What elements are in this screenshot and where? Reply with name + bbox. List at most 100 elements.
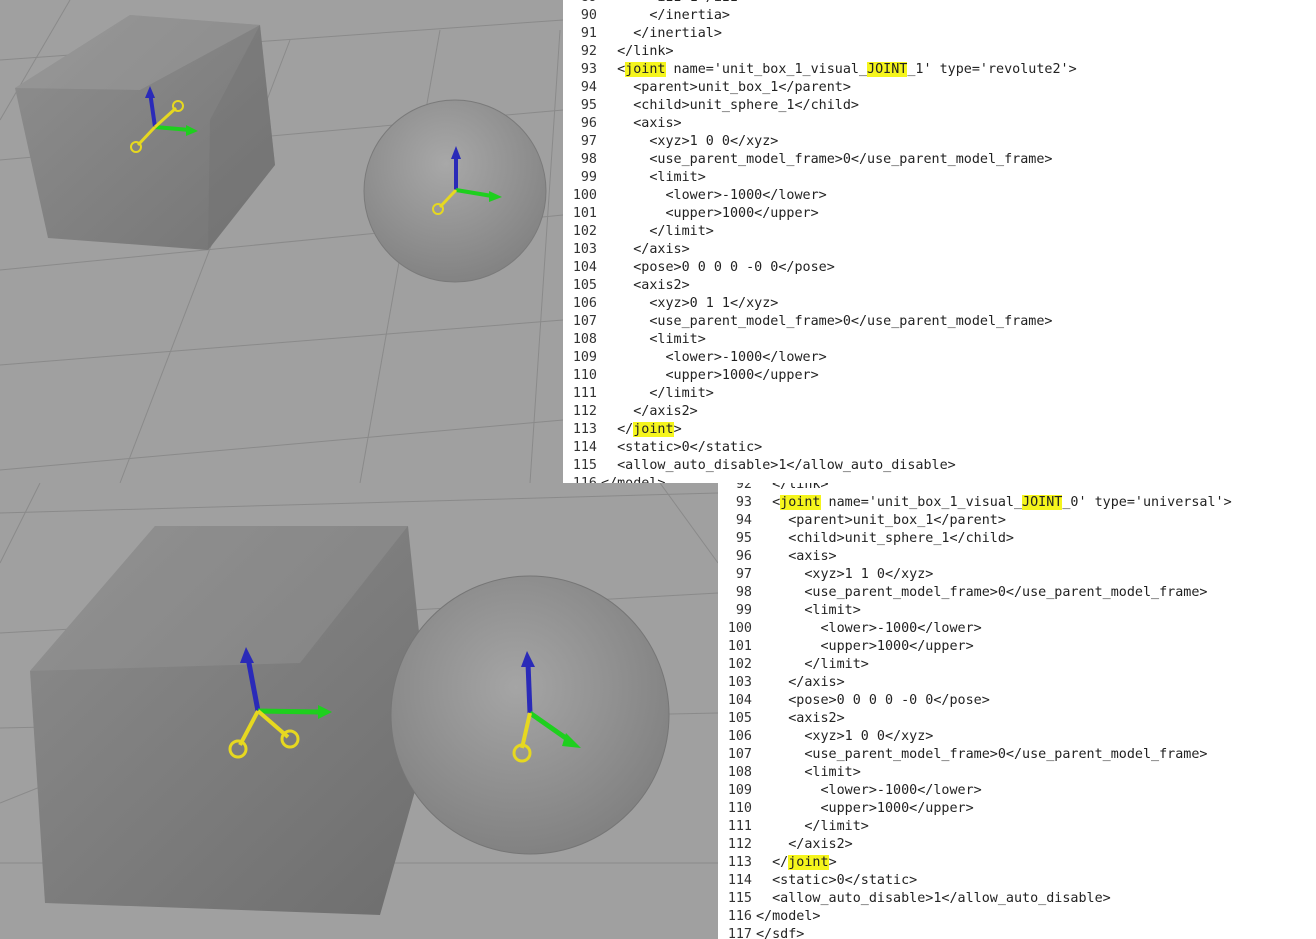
viewport-3d-top[interactable] [0, 0, 563, 483]
code-line[interactable]: 102 </limit> [718, 656, 869, 674]
line-number: 102 [572, 224, 597, 239]
code-line[interactable]: 92 </link> [563, 43, 674, 61]
code-line[interactable]: 98 <use_parent_model_frame>0</use_parent… [563, 151, 1053, 169]
line-text: </inertial> [601, 25, 722, 43]
search-highlight: JOINT [1022, 495, 1063, 510]
line-number: 115 [727, 891, 752, 906]
code-line[interactable]: 106 <xyz>0 1 1</xyz> [563, 295, 779, 313]
line-number: 97 [580, 134, 597, 149]
line-text: <upper>1000</upper> [756, 800, 974, 818]
code-line[interactable]: 108 <limit> [563, 331, 706, 349]
code-text: <static>0</static> [756, 873, 918, 888]
code-line[interactable]: 99 <limit> [718, 602, 861, 620]
line-text: <xyz>1 0 0</xyz> [601, 133, 778, 151]
line-number: 109 [727, 783, 752, 798]
code-text: </axis2> [756, 837, 853, 852]
code-line[interactable]: 102 </limit> [563, 223, 714, 241]
line-text: </inertia> [601, 7, 730, 25]
code-line[interactable]: 112 </axis2> [718, 836, 853, 854]
code-line[interactable]: 95 <child>unit_sphere_1</child> [718, 530, 1014, 548]
code-line[interactable]: 112 </axis2> [563, 403, 698, 421]
code-line[interactable]: 117 </sdf> [718, 926, 805, 939]
line-number: 106 [727, 729, 752, 744]
code-line[interactable]: 104 <pose>0 0 0 0 -0 0</pose> [718, 692, 990, 710]
line-number: 111 [572, 386, 597, 401]
code-line[interactable]: 116 </model> [563, 475, 666, 483]
code-line[interactable]: 96 <axis> [563, 115, 682, 133]
line-number: 94 [735, 513, 752, 528]
code-line[interactable]: 115 <allow_auto_disable>1</allow_auto_di… [718, 890, 1111, 908]
xml-editor-top[interactable]: 89 <izz>1</izz>90 </inertia>91 </inertia… [563, 0, 1316, 483]
xml-editor-bottom[interactable]: 92 </link> 93 <joint name='unit_box_1_vis… [718, 483, 1316, 939]
code-line[interactable]: 103 </axis> [563, 241, 690, 259]
code-line[interactable]: 113 </joint> [718, 854, 837, 872]
code-text: <upper>1000</upper> [601, 368, 819, 383]
line-number: 95 [580, 98, 597, 113]
line-number: 99 [735, 603, 752, 618]
code-line[interactable]: 92 </link> [718, 483, 829, 494]
line-number: 100 [727, 621, 752, 636]
code-text: < [756, 495, 781, 510]
code-line[interactable]: 105 <axis2> [718, 710, 845, 728]
code-line[interactable]: 115 <allow_auto_disable>1</allow_auto_di… [563, 457, 956, 475]
code-line[interactable]: 97 <xyz>1 1 0</xyz> [718, 566, 934, 584]
line-text: <parent>unit_box_1</parent> [756, 512, 1006, 530]
code-line[interactable]: 114 <static>0</static> [563, 439, 762, 457]
code-text: </axis> [756, 675, 845, 690]
line-text: </joint> [601, 421, 682, 439]
line-text: <axis2> [756, 710, 844, 728]
line-text: <use_parent_model_frame>0</use_parent_mo… [601, 151, 1052, 169]
code-line[interactable]: 114 <static>0</static> [718, 872, 917, 890]
code-line[interactable]: 110 <upper>1000</upper> [718, 800, 974, 818]
code-text: <lower>-1000</lower> [601, 188, 827, 203]
code-line[interactable]: 105 <axis2> [563, 277, 690, 295]
code-line[interactable]: 109 <lower>-1000</lower> [718, 782, 982, 800]
code-text: <pose>0 0 0 0 -0 0</pose> [756, 693, 990, 708]
line-text: <lower>-1000</lower> [756, 782, 981, 800]
code-line[interactable]: 111 </limit> [563, 385, 714, 403]
line-text: <limit> [756, 764, 860, 782]
code-line[interactable]: 103 </axis> [718, 674, 845, 692]
code-line[interactable]: 107 <use_parent_model_frame>0</use_paren… [718, 746, 1208, 764]
line-number: 112 [727, 837, 752, 852]
line-text: <use_parent_model_frame>0</use_parent_mo… [601, 313, 1052, 331]
line-number: 92 [580, 44, 597, 59]
code-line[interactable]: 100 <lower>-1000</lower> [563, 187, 827, 205]
code-text: <use_parent_model_frame>0</use_parent_mo… [756, 585, 1208, 600]
code-line[interactable]: 96 <axis> [718, 548, 837, 566]
viewport-3d-bottom[interactable] [0, 483, 718, 939]
code-line[interactable]: 95 <child>unit_sphere_1</child> [563, 97, 859, 115]
line-number: 114 [572, 440, 597, 455]
code-line[interactable]: 113 </joint> [563, 421, 682, 439]
code-line[interactable]: 111 </limit> [718, 818, 869, 836]
code-line[interactable]: 93 <joint name='unit_box_1_visual_JOINT_… [718, 494, 1232, 512]
code-line[interactable]: 100 <lower>-1000</lower> [718, 620, 982, 638]
code-line[interactable]: 99 <limit> [563, 169, 706, 187]
code-line[interactable]: 109 <lower>-1000</lower> [563, 349, 827, 367]
line-text: </limit> [601, 223, 714, 241]
code-text: <upper>1000</upper> [756, 801, 974, 816]
code-line[interactable]: 108 <limit> [718, 764, 861, 782]
line-text: <lower>-1000</lower> [601, 187, 827, 205]
code-line[interactable]: 107 <use_parent_model_frame>0</use_paren… [563, 313, 1053, 331]
code-line[interactable]: 94 <parent>unit_box_1</parent> [563, 79, 851, 97]
line-text: </limit> [756, 818, 869, 836]
code-line[interactable]: 110 <upper>1000</upper> [563, 367, 819, 385]
code-text: </limit> [756, 657, 869, 672]
code-line[interactable]: 104 <pose>0 0 0 0 -0 0</pose> [563, 259, 835, 277]
code-text: </link> [601, 44, 674, 59]
line-text: </model> [601, 475, 666, 483]
code-line[interactable]: 116 </model> [718, 908, 821, 926]
code-line[interactable]: 94 <parent>unit_box_1</parent> [718, 512, 1006, 530]
code-line[interactable]: 98 <use_parent_model_frame>0</use_parent… [718, 584, 1208, 602]
code-line[interactable]: 90 </inertia> [563, 7, 730, 25]
line-text: <axis> [601, 115, 681, 133]
code-line[interactable]: 101 <upper>1000</upper> [718, 638, 974, 656]
code-line[interactable]: 97 <xyz>1 0 0</xyz> [563, 133, 779, 151]
code-line[interactable]: 89 <izz>1</izz> [563, 0, 746, 7]
code-text: <use_parent_model_frame>0</use_parent_mo… [601, 314, 1053, 329]
code-line[interactable]: 101 <upper>1000</upper> [563, 205, 819, 223]
code-line[interactable]: 93 <joint name='unit_box_1_visual_JOINT_… [563, 61, 1077, 79]
code-line[interactable]: 91 </inertial> [563, 25, 722, 43]
code-line[interactable]: 106 <xyz>1 0 0</xyz> [718, 728, 934, 746]
